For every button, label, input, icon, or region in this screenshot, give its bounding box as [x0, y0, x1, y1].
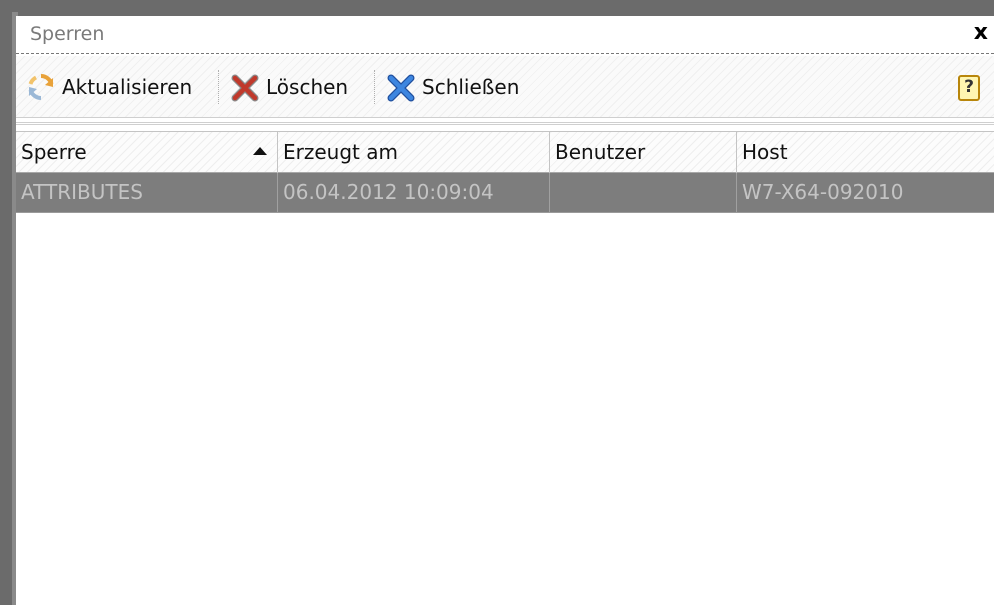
window-border-top	[0, 0, 994, 16]
close-button[interactable]: Schließen	[386, 67, 519, 107]
refresh-label: Aktualisieren	[62, 75, 193, 99]
toolbar-separator	[374, 70, 375, 104]
column-header-label: Erzeugt am	[283, 140, 398, 164]
cell-erzeugt-am: 06.04.2012 10:09:04	[278, 173, 550, 212]
delete-button[interactable]: Löschen	[230, 67, 348, 107]
column-header-label: Benutzer	[555, 140, 646, 164]
cell-sperre: ATTRIBUTES	[16, 173, 278, 212]
locks-table: Sperre Erzeugt am Benutzer Host ATTRIBUT…	[16, 122, 994, 605]
panel-title: Sperren	[30, 23, 105, 45]
toolbar: Aktualisieren Löschen Schließen ?	[16, 56, 994, 118]
delete-x-icon	[231, 74, 259, 102]
column-header-label: Host	[742, 140, 788, 164]
lock-manager-window: Sperren x Aktualisieren Löschen Schließe…	[0, 0, 994, 605]
column-header-host[interactable]: Host	[737, 132, 994, 173]
column-header-erzeugt-am[interactable]: Erzeugt am	[278, 132, 550, 173]
help-icon[interactable]: ?	[958, 75, 980, 101]
cell-host: W7-X64-092010	[742, 180, 904, 204]
column-header-benutzer[interactable]: Benutzer	[550, 132, 737, 173]
column-header-label: Sperre	[21, 140, 87, 164]
close-x-icon	[387, 74, 415, 102]
close-label: Schließen	[422, 75, 520, 99]
locks-panel: Sperren x Aktualisieren Löschen Schließe…	[16, 16, 994, 605]
title-bar: Sperren x	[16, 16, 994, 54]
refresh-button[interactable]: Aktualisieren	[26, 67, 192, 107]
column-header-sperre[interactable]: Sperre	[16, 132, 278, 173]
toolbar-separator	[218, 70, 219, 104]
table-row[interactable]: ATTRIBUTES 06.04.2012 10:09:04 W7-X64-09…	[16, 173, 994, 213]
refresh-icon	[28, 74, 54, 100]
cell-benutzer	[550, 173, 737, 212]
delete-label: Löschen	[266, 75, 349, 99]
close-panel-icon[interactable]: x	[974, 20, 988, 45]
sort-ascending-icon	[253, 147, 267, 155]
table-header: Sperre Erzeugt am Benutzer Host	[16, 131, 994, 173]
